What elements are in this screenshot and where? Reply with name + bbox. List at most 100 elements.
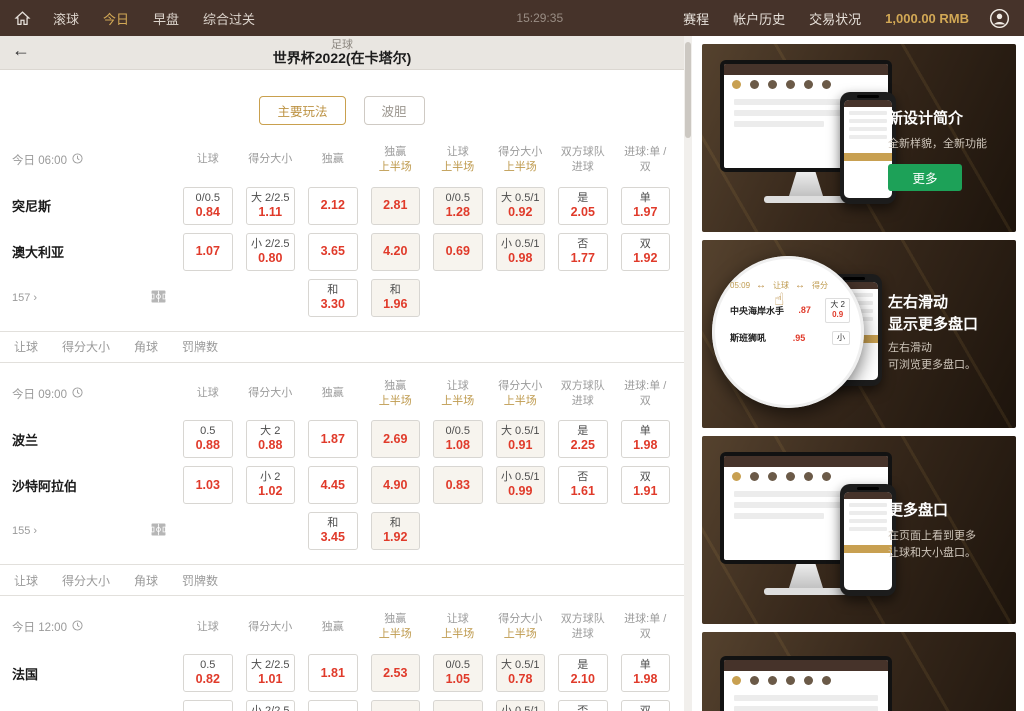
column-header: 独赢上半场	[371, 145, 421, 175]
odds-cell[interactable]: 双1.91	[621, 466, 671, 504]
draw-odds-cell[interactable]: 和3.45	[308, 512, 358, 550]
topbar-link-赛程[interactable]: 赛程	[683, 9, 709, 28]
home-icon[interactable]	[14, 10, 31, 27]
odds-cell[interactable]: 大 0.5/10.92	[496, 187, 546, 225]
correct-score-button[interactable]: 波胆	[364, 96, 425, 125]
market-tab-让球[interactable]: 让球	[14, 338, 38, 355]
odds-cell[interactable]: 4.20	[371, 233, 421, 271]
odds-content-area: ← 足球 世界杯2022(在卡塔尔) 主要玩法 波胆 今日 06:00让球得分大…	[0, 36, 684, 711]
odds-cell[interactable]: 是2.25	[558, 420, 608, 458]
market-tab-罚牌数[interactable]: 罚牌数	[182, 338, 218, 355]
match-list: 今日 06:00让球得分大小独赢独赢上半场让球上半场得分大小上半场双方球队进球进…	[0, 145, 684, 711]
scrollbar-thumb[interactable]	[685, 42, 691, 138]
promo-more-button[interactable]: 更多	[888, 164, 962, 191]
more-markets-link[interactable]: 155 ›	[12, 523, 170, 539]
odds-cell[interactable]: 4.80	[371, 700, 421, 711]
main-markets-button[interactable]: 主要玩法	[259, 96, 345, 125]
promo-panel-3[interactable]: 更多盘口在页面上看到更多让球和大小盘口。	[702, 436, 1016, 624]
odds-cell[interactable]: 1.81	[308, 654, 358, 692]
column-header: 让球	[183, 386, 233, 401]
topbar-link-交易状况[interactable]: 交易状况	[809, 9, 861, 28]
balance-display[interactable]: 1,000.00 RMB	[885, 11, 969, 26]
odds-cell[interactable]: 双1.92	[621, 233, 671, 271]
odds-cell[interactable]: 是2.10	[558, 654, 608, 692]
main-area: ← 足球 世界杯2022(在卡塔尔) 主要玩法 波胆 今日 06:00让球得分大…	[0, 36, 1024, 711]
odds-cell[interactable]: 0/0.51.28	[433, 187, 483, 225]
odds-cell[interactable]: 0.50.88	[183, 420, 233, 458]
match-header: 今日 09:00让球得分大小独赢独赢上半场让球上半场得分大小上半场双方球队进球进…	[0, 379, 684, 409]
market-tab-角球[interactable]: 角球	[134, 338, 158, 355]
odds-cell[interactable]: 小 0.5/10.98	[496, 233, 546, 271]
match-time-text: 今日 06:00	[12, 152, 67, 168]
topbar-right: 15:29:35 赛程 帐户历史 交易状况 1,000.00 RMB	[516, 8, 1010, 29]
draw-odds-cell[interactable]: 和3.30	[308, 279, 358, 317]
odds-cell[interactable]: 大 2/2.51.01	[246, 654, 296, 692]
market-tab-得分大小[interactable]: 得分大小	[62, 338, 110, 355]
promo-title: 新设计简介	[888, 108, 1006, 130]
column-header: 进球:单 / 双	[621, 612, 671, 642]
left-right-arrows-icon: ↔	[795, 280, 806, 291]
odds-cell[interactable]: 2.81	[371, 187, 421, 225]
odds-cell[interactable]: 大 0.5/10.91	[496, 420, 546, 458]
odds-cell[interactable]: 1.03	[183, 466, 233, 504]
odds-cell[interactable]: 否1.74	[558, 700, 608, 711]
odds-cell[interactable]: 0/0.51.08	[433, 420, 483, 458]
odds-cell[interactable]: 单1.98	[621, 654, 671, 692]
more-markets-link[interactable]: 157 ›	[12, 290, 170, 306]
back-button[interactable]: ←	[12, 40, 30, 61]
odds-cell[interactable]: 0.69	[433, 233, 483, 271]
draw-odds-cell-ht[interactable]: 和1.92	[371, 512, 421, 550]
odds-cell[interactable]: 0.50.82	[183, 654, 233, 692]
odds-cell[interactable]: 0/0.51.05	[433, 654, 483, 692]
odds-cell[interactable]: 大 20.88	[246, 420, 296, 458]
odds-cell[interactable]: 大 0.5/10.78	[496, 654, 546, 692]
promo-panel-2[interactable]: 05:09↔让球↔得分☝中央海岸水手.87大 20.9斯班狮吼.95小左右滑动显…	[702, 240, 1016, 428]
market-tab-让球[interactable]: 让球	[14, 572, 38, 589]
odds-cell[interactable]: 否1.61	[558, 466, 608, 504]
odds-cell[interactable]: 2.53	[371, 654, 421, 692]
odds-cell[interactable]: 小 2/2.50.80	[246, 233, 296, 271]
odds-cell[interactable]: 1.09	[183, 700, 233, 711]
column-header: 得分大小	[246, 620, 296, 635]
nav-item-滚球[interactable]: 滚球	[53, 9, 79, 28]
odds-cell[interactable]: 4.65	[308, 700, 358, 711]
odds-cell[interactable]: 小 0.5/10.99	[496, 466, 546, 504]
promo-panel-4[interactable]	[702, 632, 1016, 711]
account-icon[interactable]	[989, 8, 1010, 29]
vertical-scrollbar[interactable]	[684, 36, 692, 711]
odds-cell[interactable]: 单1.97	[621, 187, 671, 225]
nav-item-早盘[interactable]: 早盘	[153, 9, 179, 28]
column-header: 让球	[183, 620, 233, 635]
server-time: 15:29:35	[516, 11, 563, 25]
promo-title: 更多盘口	[888, 500, 1006, 522]
topbar-left: 滚球 今日 早盘 综合过关	[14, 9, 255, 28]
market-tab-得分大小[interactable]: 得分大小	[62, 572, 110, 589]
promo-panel-1[interactable]: 新设计简介全新样貌，全新功能更多	[702, 44, 1016, 232]
odds-cell[interactable]: 0/0.50.84	[183, 187, 233, 225]
topbar-link-帐户历史[interactable]: 帐户历史	[733, 9, 785, 28]
more-count: 155 ›	[12, 525, 37, 537]
odds-cell[interactable]: 0.86	[433, 700, 483, 711]
odds-cell[interactable]: 否1.77	[558, 233, 608, 271]
odds-cell[interactable]: 双1.91	[621, 700, 671, 711]
draw-odds-cell-ht[interactable]: 和1.96	[371, 279, 421, 317]
odds-cell[interactable]: 单1.98	[621, 420, 671, 458]
market-tab-罚牌数[interactable]: 罚牌数	[182, 572, 218, 589]
odds-cell[interactable]: 1.07	[183, 233, 233, 271]
odds-cell[interactable]: 是2.05	[558, 187, 608, 225]
odds-cell[interactable]: 4.45	[308, 466, 358, 504]
odds-cell[interactable]: 2.12	[308, 187, 358, 225]
odds-cell[interactable]: 0.83	[433, 466, 483, 504]
odds-cell[interactable]: 小 0.5/11.13	[496, 700, 546, 711]
odds-cell[interactable]: 2.69	[371, 420, 421, 458]
odds-cell[interactable]: 小 2/2.50.89	[246, 700, 296, 711]
clock-icon	[72, 387, 83, 401]
market-tab-角球[interactable]: 角球	[134, 572, 158, 589]
odds-cell[interactable]: 3.65	[308, 233, 358, 271]
odds-cell[interactable]: 1.87	[308, 420, 358, 458]
odds-cell[interactable]: 大 2/2.51.11	[246, 187, 296, 225]
odds-cell[interactable]: 4.90	[371, 466, 421, 504]
nav-item-综合过关[interactable]: 综合过关	[203, 9, 255, 28]
nav-item-今日[interactable]: 今日	[103, 9, 129, 28]
odds-cell[interactable]: 小 21.02	[246, 466, 296, 504]
